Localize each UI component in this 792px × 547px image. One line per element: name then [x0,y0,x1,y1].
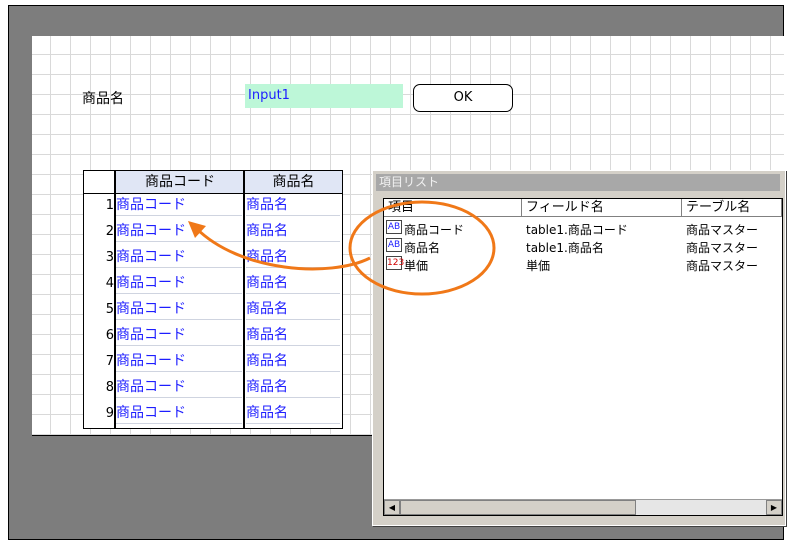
drag-arrow [194,226,371,271]
highlight-ellipse [348,200,496,296]
annotation-overlay [188,200,496,296]
